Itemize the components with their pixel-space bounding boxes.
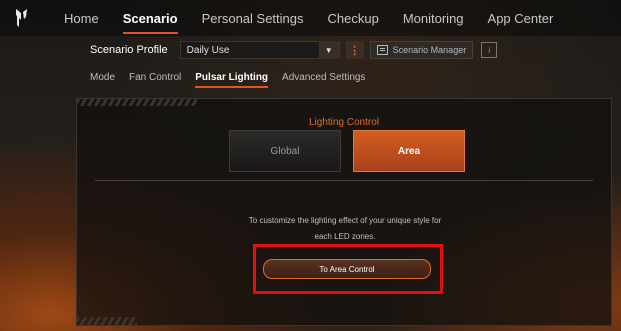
top-navigation-bar: Home Scenario Personal Settings Checkup …: [0, 0, 621, 36]
area-description-line-1: To customize the lighting effect of your…: [248, 216, 442, 225]
tab-pulsar-lighting[interactable]: Pulsar Lighting: [195, 72, 268, 88]
panel-decoration: [77, 99, 197, 106]
tab-mode[interactable]: Mode: [90, 72, 115, 83]
tab-fan-control[interactable]: Fan Control: [129, 72, 181, 83]
info-icon[interactable]: i: [481, 42, 498, 58]
dropdown-arrow-icon[interactable]: ▼: [318, 41, 339, 59]
area-mode-label: Area: [397, 145, 421, 157]
lighting-control-title: Lighting Control: [308, 117, 380, 128]
nav-personal-settings[interactable]: Personal Settings: [202, 11, 304, 26]
scenario-subtabs: Mode Fan Control Pulsar Lighting Advance…: [90, 68, 379, 88]
nav-home[interactable]: Home: [64, 11, 99, 26]
tab-advanced-settings[interactable]: Advanced Settings: [282, 72, 365, 83]
scenario-profile-value: Daily Use: [186, 44, 230, 56]
list-icon: [376, 45, 388, 55]
scenario-profile-select[interactable]: Daily Use ▼: [179, 41, 340, 59]
area-mode-button[interactable]: Area: [353, 130, 465, 172]
nav-app-center[interactable]: App Center: [488, 11, 554, 26]
scenario-manager-label: Scenario Manager: [392, 45, 467, 55]
nav-checkup[interactable]: Checkup: [328, 11, 379, 26]
area-description-line-2: each LED zones.: [314, 232, 376, 241]
panel-divider: [95, 180, 593, 181]
panel-corner-decoration: [77, 317, 137, 325]
area-description: To customize the lighting effect of your…: [197, 213, 493, 245]
predator-logo-icon: [16, 9, 27, 27]
top-nav: Home Scenario Personal Settings Checkup …: [64, 0, 577, 36]
global-mode-button[interactable]: Global: [229, 130, 341, 172]
scenario-profile-label: Scenario Profile: [90, 44, 168, 56]
more-options-icon[interactable]: ⋮: [345, 41, 364, 59]
scenario-manager-button[interactable]: Scenario Manager: [369, 41, 474, 59]
highlight-annotation-box: [253, 244, 443, 294]
nav-scenario[interactable]: Scenario: [122, 11, 178, 34]
nav-monitoring[interactable]: Monitoring: [403, 11, 464, 26]
scenario-profile-row: Scenario Profile Daily Use ▼ ⋮ Scenario …: [90, 40, 498, 60]
global-mode-label: Global: [270, 145, 300, 157]
